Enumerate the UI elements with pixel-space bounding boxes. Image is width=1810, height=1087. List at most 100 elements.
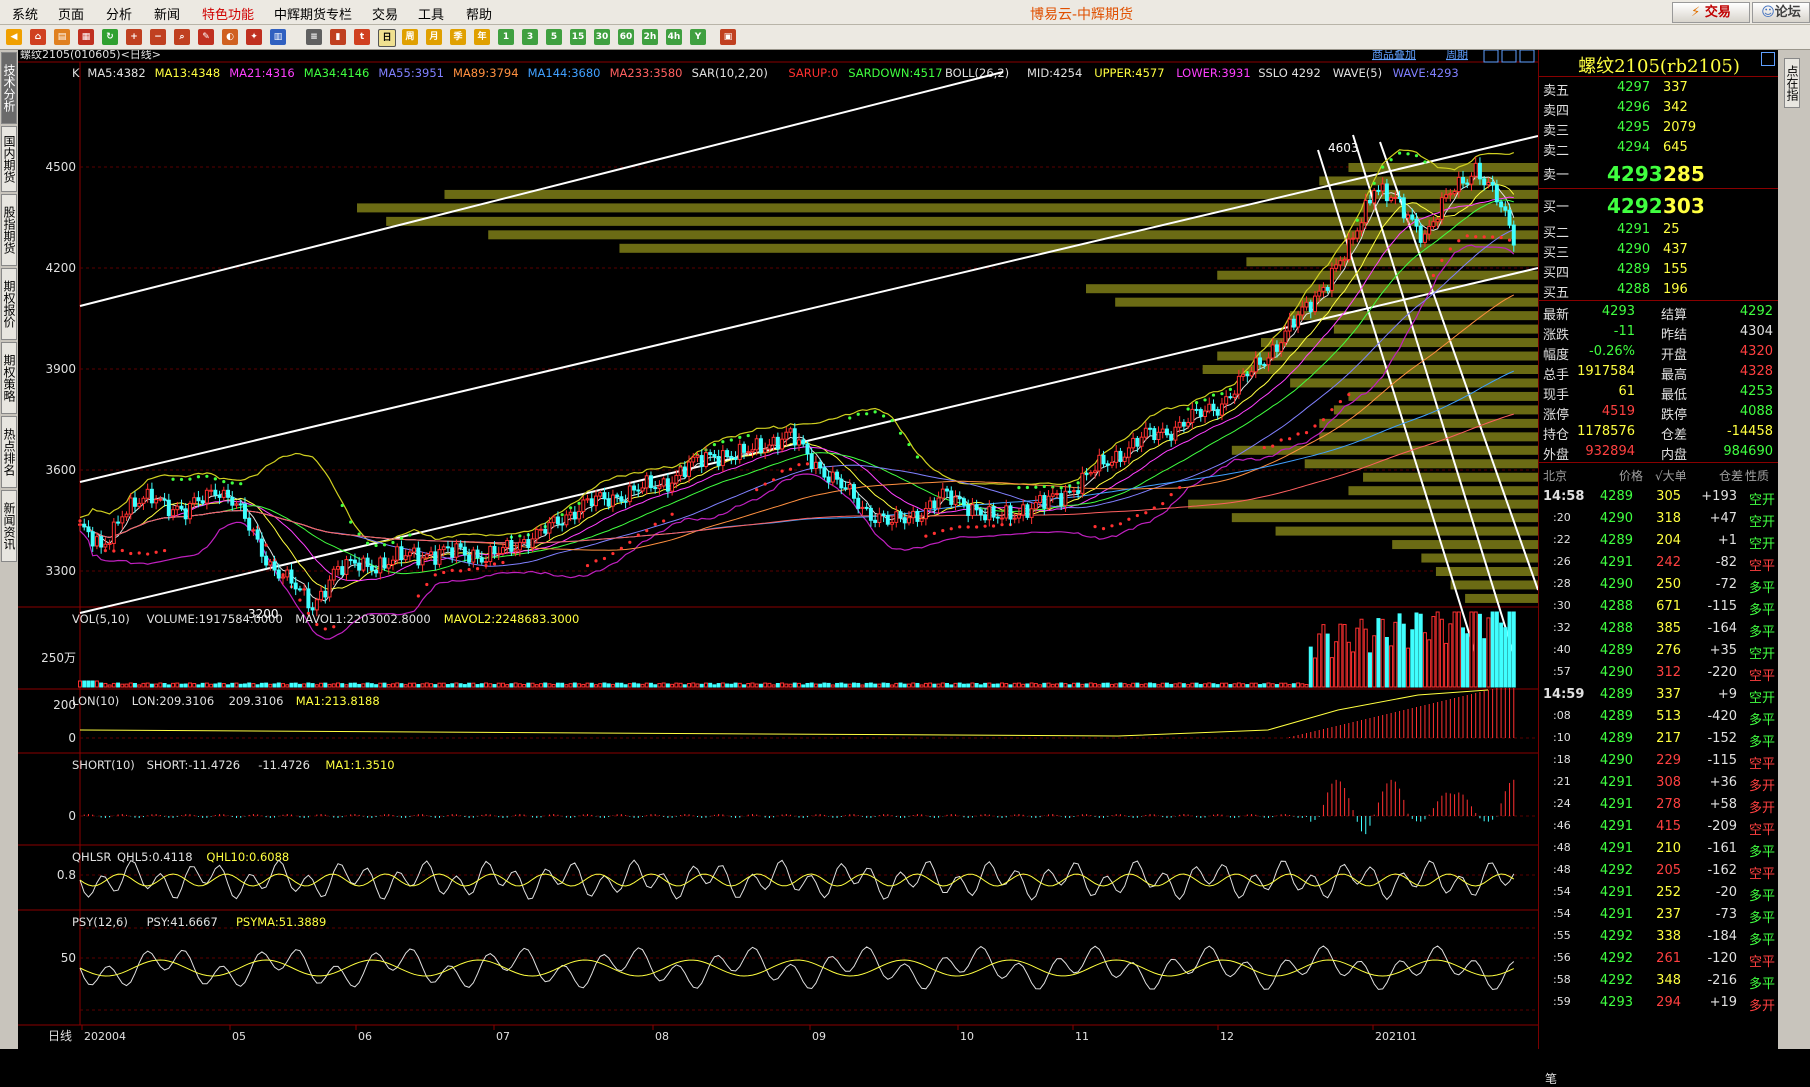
order-book-row[interactable]: 卖一 4293 285 [1539, 160, 1779, 186]
tick-row[interactable]: :55 4292 338 -184 多平 [1539, 926, 1779, 948]
overlay-link[interactable]: 商品叠加 [1372, 47, 1416, 61]
tick-row[interactable]: :48 4292 205 -162 空平 [1539, 860, 1779, 882]
order-book-row[interactable]: 卖三 4295 2079 [1539, 118, 1779, 139]
menu-trade[interactable]: 交易 [372, 4, 398, 23]
paint-icon[interactable]: ◐ [222, 29, 238, 45]
back-icon[interactable]: ◀ [6, 29, 22, 45]
15min-icon[interactable]: 15 [570, 29, 586, 45]
30min-icon[interactable]: 30 [594, 29, 610, 45]
tick-oi-change: +9 [1717, 687, 1737, 702]
refresh-icon[interactable]: ↻ [102, 29, 118, 45]
volume-bar [1431, 616, 1436, 688]
zoom-out-icon[interactable]: − [150, 29, 166, 45]
order-book-row[interactable]: 卖五 4297 337 [1539, 78, 1779, 99]
candle-body [378, 557, 383, 574]
sar-dot [1034, 485, 1038, 489]
tick-price: 4293 [1599, 995, 1633, 1010]
chart-svg[interactable]: 螺纹2105(010605)<日线> 商品叠加 周期 K MA5:4382 MA13… [18, 47, 1539, 1049]
period-link[interactable]: 周期 [1446, 48, 1468, 61]
order-book-row[interactable]: 买二 4291 25 [1539, 220, 1779, 241]
order-book-row[interactable]: 买四 4289 155 [1539, 260, 1779, 281]
grid-icon[interactable]: ▦ [78, 29, 94, 45]
order-book-row[interactable]: 买五 4288 196 [1539, 280, 1779, 301]
menu-zhonghui-column[interactable]: 中辉期货专栏 [274, 4, 352, 23]
menu-news[interactable]: 新闻 [154, 4, 180, 23]
candle-body [826, 476, 831, 483]
tick-row[interactable]: :57 4290 312 -220 空平 [1539, 662, 1779, 684]
volume-bar [1190, 682, 1195, 688]
tick-row[interactable]: :54 4291 237 -73 多平 [1539, 904, 1779, 926]
tick-row[interactable]: :21 4291 308 +36 多开 [1539, 772, 1779, 794]
daily-period-icon[interactable]: 日 [378, 29, 396, 47]
tick-row[interactable]: :22 4289 204 +1 空开 [1539, 530, 1779, 552]
book-icon[interactable]: ▤ [54, 29, 70, 45]
tab-news[interactable]: 新闻资讯 [1, 490, 17, 562]
tick-row[interactable]: 14:58 4289 305 +193 空开 [1539, 486, 1779, 508]
tick-row[interactable]: :54 4291 252 -20 多平 [1539, 882, 1779, 904]
search-icon[interactable]: ⌕ [174, 29, 190, 45]
sar-dot [1178, 485, 1182, 490]
candle-body [1279, 342, 1284, 352]
4h-icon[interactable]: 4h [666, 29, 682, 45]
menu-system[interactable]: 系统 [12, 4, 38, 23]
menu-tools[interactable]: 工具 [418, 4, 444, 23]
menu-analysis[interactable]: 分析 [106, 4, 132, 23]
tick-row[interactable]: :46 4291 415 -209 空平 [1539, 816, 1779, 838]
tab-indicator-side[interactable]: 点在指 [1784, 58, 1800, 108]
zoom-in-icon[interactable]: + [126, 29, 142, 45]
tick-row[interactable]: :24 4291 278 +58 多开 [1539, 794, 1779, 816]
tick-icon[interactable]: t [354, 29, 370, 45]
tick-row[interactable]: :08 4289 513 -420 多平 [1539, 706, 1779, 728]
weekly-period-icon[interactable]: 周 [402, 29, 418, 45]
volume-bar [166, 684, 171, 688]
monthly-period-icon[interactable]: 月 [426, 29, 442, 45]
tick-row[interactable]: :10 4289 217 -152 多平 [1539, 728, 1779, 750]
order-book-row[interactable]: 买一 4292 303 [1539, 192, 1779, 218]
table-icon[interactable]: ≡ [306, 29, 322, 45]
custom-period-icon[interactable]: Y [690, 29, 706, 45]
tick-row[interactable]: :28 4290 250 -72 多平 [1539, 574, 1779, 596]
3min-icon[interactable]: 3 [522, 29, 538, 45]
tick-row[interactable]: :59 4293 294 +19 多开 [1539, 992, 1779, 1014]
volume-bar [644, 682, 649, 688]
order-book-row[interactable]: 买三 4290 437 [1539, 240, 1779, 261]
calendar-icon[interactable]: ▣ [720, 29, 736, 45]
chart-bars-icon[interactable]: ▮ [330, 29, 346, 45]
stats-icon[interactable]: ▥ [270, 29, 286, 45]
tab-hot-ranking[interactable]: 热点排名 [1, 416, 17, 488]
tick-row[interactable]: :26 4291 242 -82 空平 [1539, 552, 1779, 574]
menu-featured[interactable]: 特色功能 [202, 4, 254, 23]
tick-row[interactable]: :40 4289 276 +35 空开 [1539, 640, 1779, 662]
menu-page[interactable]: 页面 [58, 4, 84, 23]
2h-icon[interactable]: 2h [642, 29, 658, 45]
maximize-icon[interactable] [1761, 52, 1775, 66]
tab-option-strategy[interactable]: 期权策略 [1, 342, 17, 414]
tick-row[interactable]: :32 4288 385 -164 多平 [1539, 618, 1779, 640]
tab-technical-analysis[interactable]: 技术分析 [1, 52, 17, 124]
pin-icon[interactable]: ✦ [246, 29, 262, 45]
kline-chart[interactable]: 螺纹2105(010605)<日线> 商品叠加 周期 K MA5:4382 MA13… [18, 47, 1539, 1049]
tick-row[interactable]: :48 4291 210 -161 多平 [1539, 838, 1779, 860]
forum-button[interactable]: ☺论坛 [1752, 2, 1810, 23]
yearly-period-icon[interactable]: 年 [474, 29, 490, 45]
60min-icon[interactable]: 60 [618, 29, 634, 45]
tick-row[interactable]: :56 4292 261 -120 空平 [1539, 948, 1779, 970]
home-icon[interactable]: ⌂ [30, 29, 46, 45]
tick-row[interactable]: :20 4290 318 +47 空开 [1539, 508, 1779, 530]
draw-pen-icon[interactable]: ✎ [198, 29, 214, 45]
tick-row[interactable]: :18 4290 229 -115 空平 [1539, 750, 1779, 772]
tab-option-quotes[interactable]: 期权报价 [1, 268, 17, 340]
order-book-row[interactable]: 卖四 4296 342 [1539, 98, 1779, 119]
order-book-row[interactable]: 卖二 4294 645 [1539, 138, 1779, 159]
1min-icon[interactable]: 1 [498, 29, 514, 45]
tab-index-futures[interactable]: 股指期货 [1, 194, 17, 266]
tick-row[interactable]: :30 4288 671 -115 多平 [1539, 596, 1779, 618]
tab-domestic-futures[interactable]: 国内期货 [1, 126, 17, 192]
quarterly-period-icon[interactable]: 季 [450, 29, 466, 45]
tick-row[interactable]: 14:59 4289 337 +9 空开 [1539, 684, 1779, 706]
volume-bar [594, 684, 598, 688]
tick-row[interactable]: :58 4292 348 -216 多平 [1539, 970, 1779, 992]
menu-help[interactable]: 帮助 [466, 4, 492, 23]
5min-icon[interactable]: 5 [546, 29, 562, 45]
trade-button[interactable]: ⚡ 交易 [1672, 2, 1750, 23]
